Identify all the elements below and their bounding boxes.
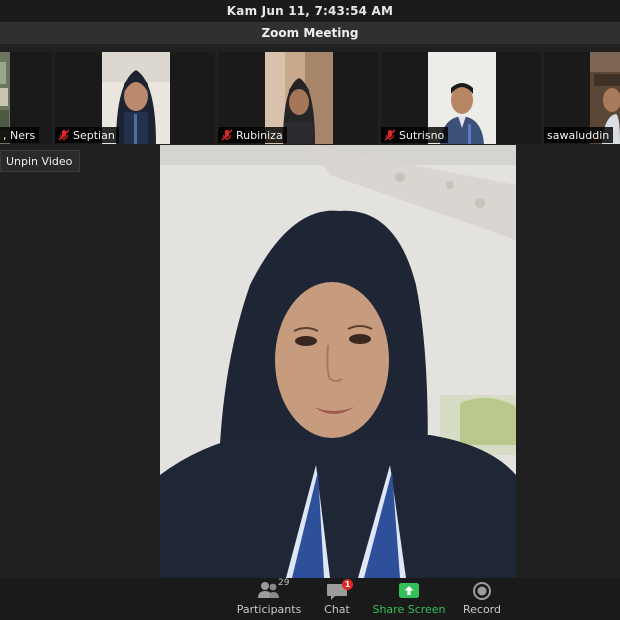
- chat-icon: 1: [324, 579, 353, 602]
- chat-button[interactable]: 1 Chat: [318, 579, 356, 620]
- participant-strip: , Ners Septian Rubiniza Sutrisno sawalud…: [0, 52, 620, 144]
- mic-muted-icon: [384, 129, 396, 141]
- participant-namebar: , Ners: [0, 127, 40, 143]
- active-speaker-video: [160, 145, 516, 578]
- participant-tile[interactable]: sawaluddin: [544, 52, 620, 144]
- participants-label: Participants: [236, 603, 302, 616]
- participants-button[interactable]: 29 Participants: [237, 578, 302, 620]
- record-icon: [469, 580, 495, 602]
- speaker-video-frame: [160, 145, 516, 578]
- participant-tile[interactable]: Sutrisno: [381, 52, 541, 144]
- participant-namebar: Rubiniza: [218, 127, 287, 143]
- system-top-bar: Kam Jun 11, 7:43:54 AM: [0, 0, 620, 22]
- participant-tile[interactable]: Septian: [55, 52, 215, 144]
- participant-namebar: sawaluddin: [544, 127, 614, 143]
- chat-label: Chat: [324, 603, 350, 616]
- unpin-video-button[interactable]: Unpin Video: [0, 150, 81, 172]
- participants-icon: 29: [256, 578, 289, 602]
- window-titlebar[interactable]: Zoom Meeting: [0, 22, 620, 44]
- participant-name: Sutrisno: [399, 128, 445, 142]
- meeting-toolbar: 29 Participants 1 Chat Share Screen Reco…: [0, 578, 620, 620]
- chat-unread-badge: 1: [342, 579, 353, 590]
- participant-tile[interactable]: Rubiniza: [218, 52, 378, 144]
- participant-namebar: Septian: [55, 127, 119, 143]
- share-screen-icon: [396, 580, 422, 602]
- participant-name: , Ners: [3, 128, 36, 142]
- window-title: Zoom Meeting: [261, 26, 359, 40]
- participant-name: sawaluddin: [547, 128, 610, 142]
- participant-name: Rubiniza: [236, 128, 283, 142]
- share-screen-button[interactable]: Share Screen: [372, 580, 446, 620]
- record-label: Record: [462, 603, 501, 616]
- participant-tile[interactable]: , Ners: [0, 52, 52, 144]
- participant-namebar: Sutrisno: [381, 127, 449, 143]
- record-button[interactable]: Record: [462, 580, 502, 620]
- participant-count: 29: [278, 578, 290, 588]
- participant-name: Septian: [73, 128, 115, 142]
- mic-muted-icon: [58, 129, 70, 141]
- share-screen-label: Share Screen: [372, 603, 446, 616]
- system-clock[interactable]: Kam Jun 11, 7:43:54 AM: [227, 4, 393, 18]
- mic-muted-icon: [221, 129, 233, 141]
